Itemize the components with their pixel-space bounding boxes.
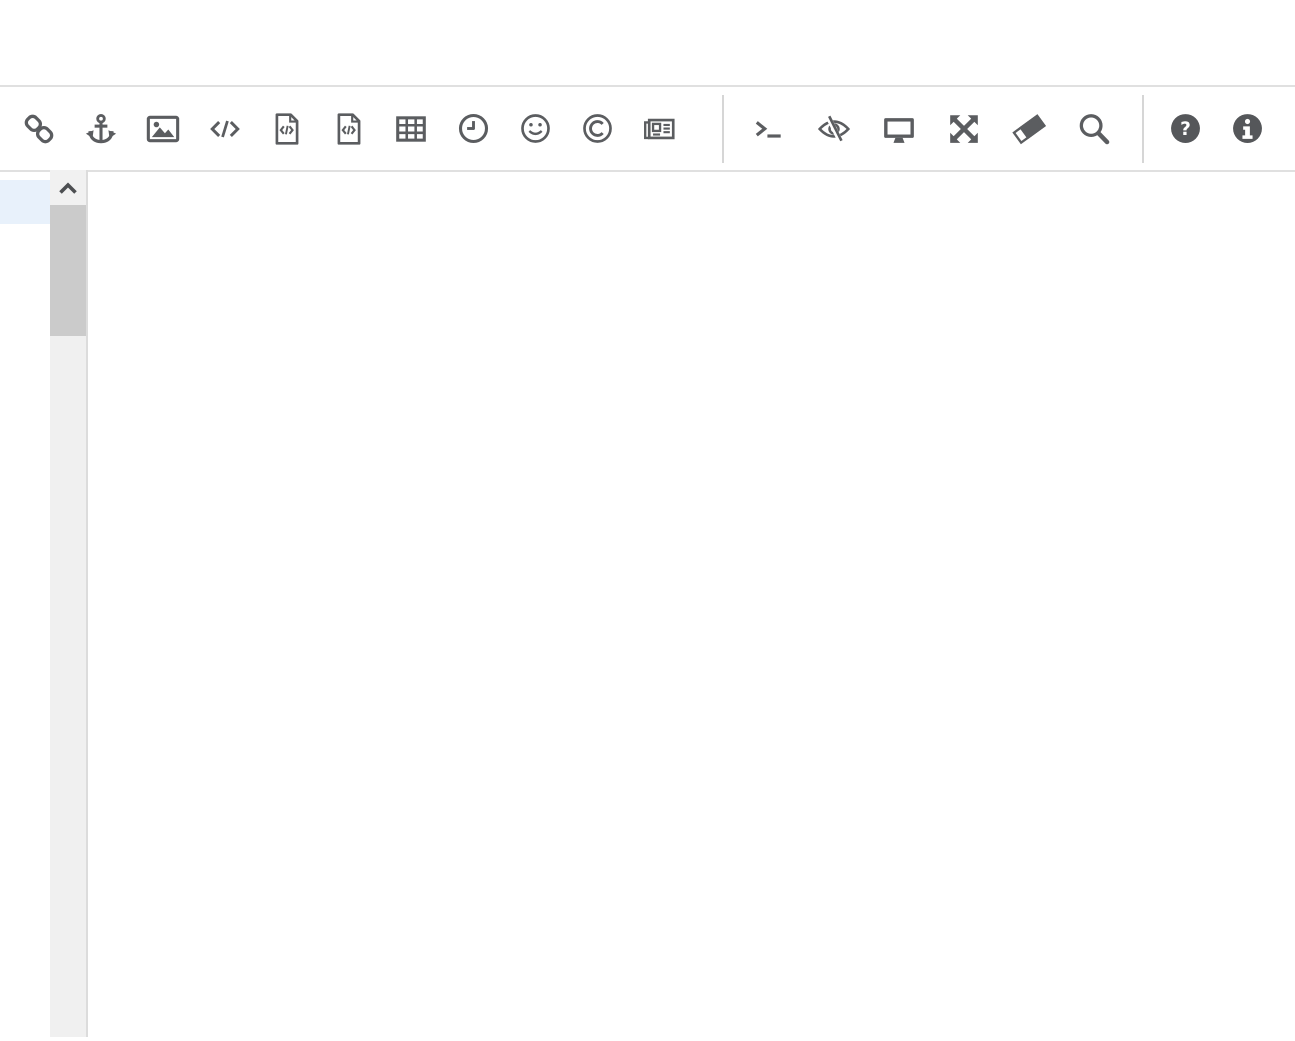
hide-button[interactable] — [801, 94, 866, 164]
file-code-button[interactable] — [256, 94, 318, 164]
file-code-alt-button[interactable] — [318, 94, 380, 164]
link-icon — [22, 112, 56, 146]
top-whitespace — [0, 0, 1295, 85]
copyright-icon — [581, 112, 614, 145]
eraser-icon — [1011, 112, 1047, 146]
toolbar-separator — [1142, 95, 1144, 163]
terminal-button[interactable] — [736, 94, 801, 164]
search-icon — [1077, 112, 1111, 146]
toolbar-group-insert — [8, 87, 690, 170]
help-icon: ? — [1169, 112, 1202, 145]
search-button[interactable] — [1061, 94, 1126, 164]
editor-content-area[interactable] — [88, 172, 1295, 1041]
anchor-icon — [84, 112, 118, 146]
anchor-button[interactable] — [70, 94, 132, 164]
editor-screen: ? — [0, 0, 1295, 1041]
clock-icon — [457, 112, 490, 145]
toolbar-group-tools — [736, 87, 1126, 170]
editor-toolbar: ? — [0, 85, 1295, 172]
fullscreen-button[interactable] — [931, 94, 996, 164]
eraser-button[interactable] — [996, 94, 1061, 164]
toolbar-separator — [722, 95, 724, 163]
chevron-up-icon — [57, 181, 79, 195]
terminal-icon — [751, 112, 787, 146]
file-code-alt-icon — [332, 112, 366, 146]
monitor-icon — [881, 112, 917, 146]
info-icon — [1231, 112, 1264, 145]
svg-text:?: ? — [1180, 119, 1191, 140]
left-scrollbar[interactable] — [50, 170, 88, 1037]
scrollbar-thumb[interactable] — [50, 205, 86, 336]
table-icon — [394, 112, 428, 146]
image-icon — [146, 112, 180, 146]
code-button[interactable] — [194, 94, 256, 164]
table-button[interactable] — [380, 94, 442, 164]
scrollbar-up-button[interactable] — [50, 170, 86, 205]
preview-button[interactable] — [866, 94, 931, 164]
help-button[interactable]: ? — [1154, 94, 1216, 164]
file-code-icon — [270, 112, 304, 146]
fullscreen-icon — [947, 112, 981, 146]
emoticon-button[interactable] — [504, 94, 566, 164]
newspaper-button[interactable] — [628, 94, 690, 164]
link-button[interactable] — [8, 94, 70, 164]
gutter-highlight — [0, 180, 50, 224]
image-button[interactable] — [132, 94, 194, 164]
info-button[interactable] — [1216, 94, 1278, 164]
newspaper-icon — [641, 112, 677, 146]
code-icon — [207, 112, 243, 146]
toolbar-group-meta: ? — [1154, 87, 1278, 170]
clock-button[interactable] — [442, 94, 504, 164]
copyright-button[interactable] — [566, 94, 628, 164]
eye-slash-icon — [816, 112, 852, 146]
emoticon-icon — [519, 112, 552, 145]
